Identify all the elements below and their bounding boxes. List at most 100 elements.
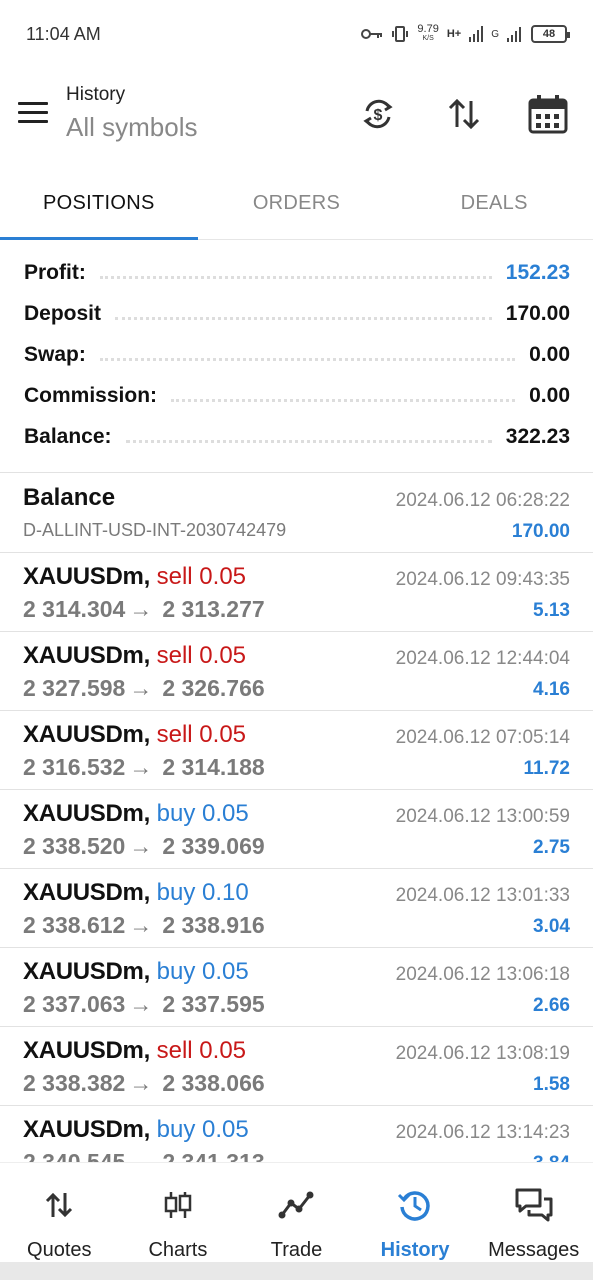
position-symbol: XAUUSDm,	[23, 879, 150, 906]
position-symbol: XAUUSDm,	[23, 1037, 150, 1064]
position-symbol: XAUUSDm,	[23, 1116, 150, 1143]
balance-title: Balance	[23, 484, 116, 511]
nav-label: Charts	[148, 1239, 208, 1261]
symbol-filter[interactable]: All symbols	[66, 112, 197, 143]
history-list: Balance D-ALLINT-USD-INT-2030742479 2024…	[0, 474, 593, 1164]
history-clock-icon	[398, 1191, 430, 1221]
position-row[interactable]: XAUUSDm, sell 0.05 2 327.598 → 2 326.766 202…	[0, 632, 593, 711]
position-row[interactable]: XAUUSDm, sell 0.05 2 338.382 → 2 338.066 202…	[0, 1027, 593, 1106]
price-arrow: →	[129, 991, 153, 1017]
position-profit: 4.16	[533, 679, 570, 700]
position-profit: 2.75	[533, 837, 570, 858]
close-price: 2 313.277	[162, 596, 265, 622]
network-speed: 9.79 K/S	[417, 23, 439, 43]
summary-panel: Profit: 152.23 Deposit 170.00 Swap: 0.00…	[0, 248, 593, 473]
summary-value: 0.00	[529, 384, 570, 407]
battery-icon: 48	[531, 25, 570, 43]
position-row[interactable]: XAUUSDm, buy 0.05 2 338.520 → 2 339.069 2024…	[0, 790, 593, 869]
summary-label: Deposit	[24, 302, 102, 325]
summary-label: Profit:	[24, 261, 86, 284]
chat-bubbles-icon	[515, 1188, 553, 1222]
nav-messages[interactable]: Messages	[474, 1163, 593, 1262]
position-side: sell 0.05	[156, 721, 247, 748]
tab-deals[interactable]: DEALS	[395, 168, 593, 239]
position-side: sell 0.05	[156, 642, 247, 669]
position-datetime: 2024.06.12 13:01:33	[395, 885, 570, 906]
position-profit: 1.58	[533, 1074, 570, 1095]
network-type: H+	[446, 28, 462, 40]
price-arrow: →	[129, 754, 153, 780]
menu-button[interactable]	[18, 102, 48, 126]
close-price: 2 338.066	[162, 1070, 265, 1096]
position-side: buy 0.05	[156, 958, 249, 985]
menu-icon	[18, 102, 48, 105]
vibrate-icon	[392, 26, 409, 42]
price-arrow: →	[129, 833, 153, 859]
summary-value: 0.00	[529, 343, 570, 366]
account-id: D-ALLINT-USD-INT-2030742479	[23, 520, 287, 540]
position-datetime: 2024.06.12 07:05:14	[395, 727, 570, 748]
summary-profit: Profit: 152.23	[24, 258, 570, 288]
nav-history[interactable]: History	[356, 1163, 475, 1262]
system-nav-bar	[0, 1262, 593, 1280]
position-datetime: 2024.06.12 13:14:23	[395, 1122, 570, 1143]
position-side: buy 0.05	[156, 1116, 249, 1143]
nav-charts[interactable]: Charts	[119, 1163, 238, 1262]
status-bar: 11:04 AM 9.79 K/S H+ G 48	[0, 0, 593, 68]
open-price: 2 316.532	[23, 754, 126, 780]
position-datetime: 2024.06.12 09:43:35	[395, 569, 570, 590]
position-row[interactable]: XAUUSDm, sell 0.05 2 314.304 → 2 313.277 202…	[0, 553, 593, 632]
position-row[interactable]: XAUUSDm, sell 0.05 2 316.532 → 2 314.188 202…	[0, 711, 593, 790]
nav-label: Trade	[270, 1239, 323, 1261]
open-price: 2 338.520	[23, 833, 126, 859]
summary-swap: Swap: 0.00	[24, 340, 570, 370]
open-price: 2 338.612	[23, 912, 126, 938]
network-type-2: G	[491, 28, 499, 40]
tab-bar: POSITIONS ORDERS DEALS	[0, 168, 593, 240]
currency-exchange-button[interactable]: $	[356, 92, 400, 136]
calendar-icon	[528, 95, 568, 134]
position-datetime: 2024.06.12 13:06:18	[395, 964, 570, 985]
close-price: 2 326.766	[162, 675, 265, 701]
candlestick-icon	[164, 1192, 192, 1218]
summary-label: Swap:	[24, 343, 86, 366]
trade-line-icon	[278, 1191, 314, 1219]
svg-text:$: $	[374, 107, 383, 124]
position-profit: 11.72	[523, 758, 571, 779]
position-profit: 3.04	[533, 916, 570, 937]
price-arrow: →	[129, 1070, 153, 1096]
position-row[interactable]: XAUUSDm, buy 0.10 2 338.612 → 2 338.916 2024…	[0, 869, 593, 948]
sort-button[interactable]	[442, 92, 486, 136]
summary-label: Commission:	[24, 384, 158, 407]
summary-commission: Commission: 0.00	[24, 381, 570, 411]
position-profit: 2.66	[533, 995, 570, 1016]
bottom-nav: Quotes Charts Trade History Messages	[0, 1162, 593, 1262]
summary-value: 152.23	[505, 261, 570, 284]
key-icon	[361, 29, 383, 39]
nav-label: History	[380, 1239, 450, 1261]
position-side: buy 0.10	[156, 879, 249, 906]
open-price: 2 327.598	[23, 675, 126, 701]
position-row[interactable]: XAUUSDm, buy 0.05 2 340.545 → 2 341.313 2024…	[0, 1106, 593, 1164]
app-bar: History All symbols $	[0, 68, 593, 168]
position-symbol: XAUUSDm,	[23, 958, 150, 985]
close-price: 2 314.188	[162, 754, 265, 780]
summary-value: 170.00	[505, 302, 570, 325]
nav-quotes[interactable]: Quotes	[0, 1163, 119, 1262]
tab-positions[interactable]: POSITIONS	[0, 168, 198, 239]
balance-entry[interactable]: Balance D-ALLINT-USD-INT-2030742479 2024…	[0, 474, 593, 553]
calendar-button[interactable]	[526, 92, 570, 136]
signal-icon-2	[507, 27, 521, 42]
open-price: 2 314.304	[23, 596, 126, 622]
entry-datetime: 2024.06.12 06:28:22	[395, 490, 570, 511]
position-row[interactable]: XAUUSDm, buy 0.05 2 337.063 → 2 337.595 2024…	[0, 948, 593, 1027]
nav-trade[interactable]: Trade	[237, 1163, 356, 1262]
position-datetime: 2024.06.12 13:00:59	[395, 806, 570, 827]
summary-deposit: Deposit 170.00	[24, 299, 570, 329]
tab-orders[interactable]: ORDERS	[198, 168, 396, 239]
sort-arrows-icon	[448, 98, 480, 130]
price-arrow: →	[129, 675, 153, 701]
position-symbol: XAUUSDm,	[23, 642, 150, 669]
open-price: 2 337.063	[23, 991, 126, 1017]
nav-label: Quotes	[27, 1239, 92, 1261]
